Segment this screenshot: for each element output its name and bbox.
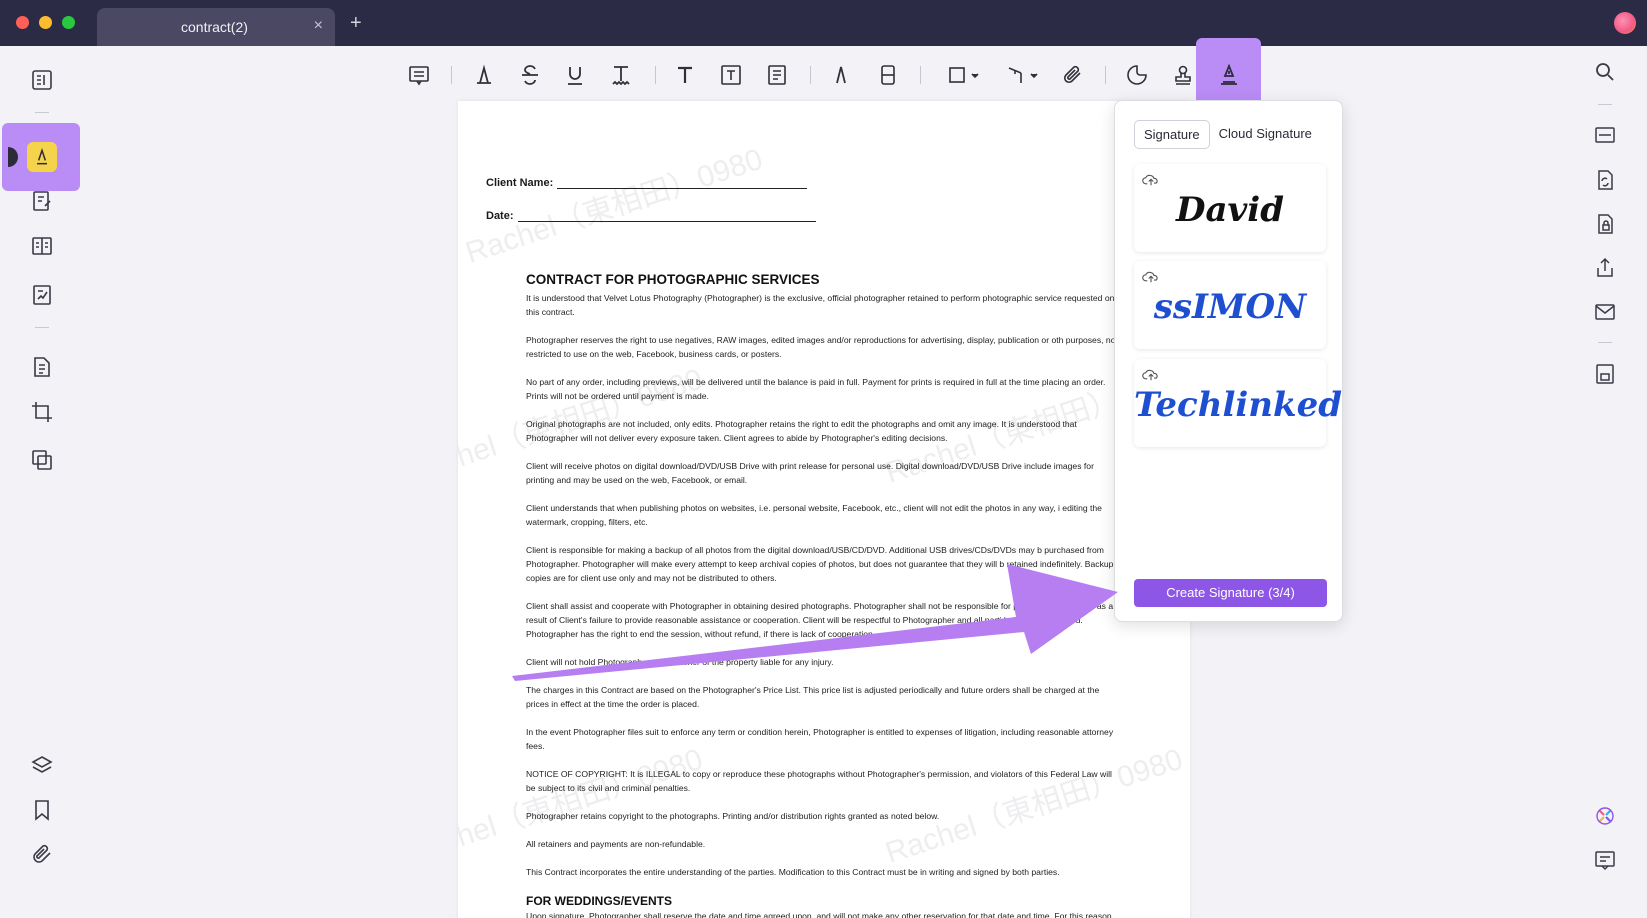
page-layout-icon[interactable] [28,232,56,260]
divider [35,327,49,328]
text-icon[interactable] [670,60,700,90]
paragraph: The charges in this Contract are based o… [526,685,1100,709]
organize-pages-icon[interactable] [28,353,56,381]
paragraph: In the event Photographer files suit to … [526,727,1114,751]
paragraph: This Contract incorporates the entire un… [526,867,1060,877]
paragraph: Photographer retains copyright to the ph… [526,811,940,821]
stamp-icon[interactable] [1168,60,1198,90]
highlighter-icon[interactable] [469,60,499,90]
sticker-icon[interactable] [1122,60,1152,90]
paragraph: Upon signature, Photographer shall reser… [526,911,1115,918]
title-bar: contract(2) × + [0,0,1647,46]
paragraph: Client shall assist and cooperate with P… [526,601,1114,639]
pencil-icon[interactable] [826,60,856,90]
ai-assistant-icon[interactable] [1591,802,1619,830]
save-icon[interactable] [1591,360,1619,388]
attachment-icon[interactable] [1058,60,1088,90]
paragraph: Original photographs are not included, o… [526,419,1077,443]
paragraph: All retainers and payments are non-refun… [526,839,706,849]
divider [35,112,49,113]
minimize-window-button[interactable] [39,16,52,29]
new-tab-button[interactable]: + [350,13,362,33]
tab-close-icon[interactable]: × [314,17,323,35]
watermark: Rachel（東相田）0980 [461,142,767,270]
text-callout-icon[interactable] [762,60,792,90]
paragraph: Client will receive photos on digital do… [526,461,1094,485]
cloud-upload-icon[interactable] [1142,172,1160,188]
watermark: Rachel（東相田）0980 [881,742,1187,870]
note-icon[interactable] [404,60,434,90]
signature-text: ssIMON [1153,287,1307,327]
signature-text: David [1176,190,1284,230]
underline-icon[interactable] [560,60,590,90]
signature-card-david[interactable]: David [1134,164,1326,252]
protect-pdf-icon[interactable] [1591,210,1619,238]
zoom-window-button[interactable] [62,16,75,29]
paragraph: NOTICE OF COPYRIGHT: It is ILLEGAL to co… [526,769,1112,793]
tab-cloud-signature[interactable]: Cloud Signature [1210,120,1321,149]
text-box-icon[interactable] [716,60,746,90]
paragraph: It is understood that Velvet Lotus Photo… [526,293,1115,317]
date-label: Date: [486,210,514,222]
comment-mode-icon[interactable] [27,142,57,172]
divider [1598,104,1612,105]
divider [1598,342,1612,343]
reader-mode-icon[interactable] [28,66,56,94]
email-icon[interactable] [1591,298,1619,326]
avatar[interactable] [1614,12,1636,34]
client-name-field[interactable]: Client Name: [486,177,808,189]
date-field[interactable]: Date: [486,210,816,222]
crop-icon[interactable] [28,398,56,426]
section-title: FOR WEDDINGS/EVENTS [526,894,673,908]
divider [1105,66,1106,84]
layers-icon[interactable] [28,752,56,780]
squiggly-icon[interactable] [606,60,636,90]
convert-pdf-icon[interactable] [1591,166,1619,194]
watermark: Rachel（東相田）0980 [458,742,707,870]
edit-pdf-icon[interactable] [28,187,56,215]
signature-tool-icon[interactable] [1214,60,1244,90]
search-icon[interactable] [1591,58,1619,86]
ocr-icon[interactable] [1591,121,1619,149]
pdf-page: Rachel（東相田）0980 Rachel（東相田）0980 Rachel（東… [458,101,1190,918]
document-tab[interactable]: contract(2) × [97,8,335,46]
left-sidebar [0,46,84,918]
measure-dropdown-icon[interactable] [1003,60,1047,90]
divider [920,66,921,84]
divider [451,66,452,84]
signature-card-simon[interactable]: ssIMON [1134,261,1326,349]
convert-icon[interactable] [28,446,56,474]
create-signature-button[interactable]: Create Signature (3/4) [1134,579,1327,607]
signature-text: Techlinked [1134,385,1342,425]
comments-panel-icon[interactable] [1591,846,1619,874]
fill-sign-icon[interactable] [28,281,56,309]
tab-signature[interactable]: Signature [1134,120,1210,149]
contract-title: CONTRACT FOR PHOTOGRAPHIC SERVICES [526,272,820,287]
tab-title: contract(2) [181,19,248,35]
app-area: Rachel（東相田）0980 Rachel（東相田）0980 Rachel（東… [0,38,1647,918]
paragraph: No part of any order, including previews… [526,377,1106,401]
cloud-upload-icon[interactable] [1142,367,1160,383]
signature-card-techlinked[interactable]: Techlinked [1134,359,1342,447]
right-sidebar [1563,46,1647,918]
share-icon[interactable] [1591,254,1619,282]
client-name-label: Client Name: [486,177,554,189]
eraser-icon[interactable] [873,60,903,90]
cloud-upload-icon[interactable] [1142,269,1160,285]
close-window-button[interactable] [16,16,29,29]
signature-popover: Signature Cloud Signature David ssIMON T… [1114,100,1343,622]
paragraph: Client is responsible for making a backu… [526,545,1114,583]
divider [810,66,811,84]
paragraph: Client understands that when publishing … [526,503,1102,527]
divider [655,66,656,84]
strikethrough-icon[interactable] [515,60,545,90]
paragraph: Photographer reserves the right to use n… [526,335,1118,359]
signature-tabs: Signature Cloud Signature [1134,120,1321,149]
paragraph: Client will not hold Photographer or the… [526,657,834,667]
shape-dropdown-icon[interactable] [944,60,988,90]
attachment-sidebar-icon[interactable] [28,840,56,868]
bookmark-icon[interactable] [28,796,56,824]
